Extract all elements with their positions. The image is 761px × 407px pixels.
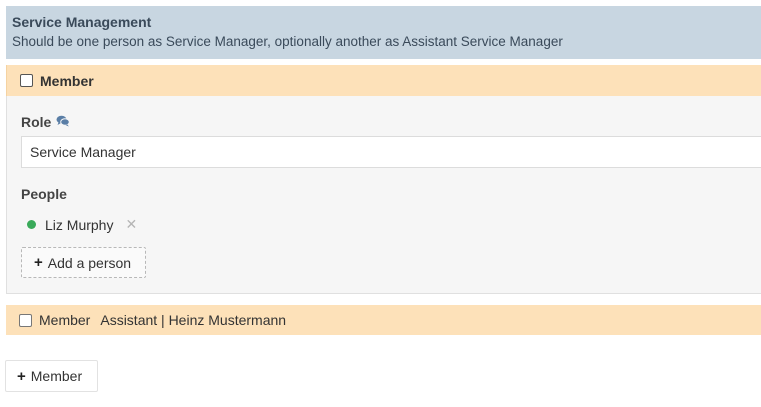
member-header-expanded[interactable]: Member <box>6 65 761 96</box>
role-label: Role <box>21 114 52 130</box>
section-subtitle: Should be one person as Service Manager,… <box>12 34 563 49</box>
section-header: Service Management Should be one person … <box>6 6 761 59</box>
role-input[interactable] <box>21 136 761 168</box>
role-field-label: Role <box>21 114 71 130</box>
member-header-collapsed[interactable]: Member Assistant | Heinz Mustermann <box>6 305 761 335</box>
add-member-label: Member <box>30 368 83 384</box>
add-person-label: Add a person <box>47 254 132 271</box>
add-person-button[interactable]: + Add a person <box>21 247 146 278</box>
comments-icon[interactable] <box>56 114 71 130</box>
remove-person-icon[interactable]: ✕ <box>125 216 137 233</box>
plus-icon: + <box>34 254 43 271</box>
member-label: Member <box>39 312 91 328</box>
member-summary: Assistant | Heinz Mustermann <box>100 312 287 328</box>
people-label: People <box>21 186 67 202</box>
person-name: Liz Murphy <box>45 216 114 233</box>
member-checkbox[interactable] <box>20 74 33 87</box>
member-checkbox[interactable] <box>19 313 32 327</box>
plus-icon: + <box>17 367 26 385</box>
add-member-button[interactable]: + Member <box>5 360 98 392</box>
member-details: Role People Liz Murphy ✕ + Add a person <box>6 96 761 294</box>
online-status-icon <box>27 220 36 229</box>
member-label: Member <box>40 72 94 89</box>
person-item: Liz Murphy ✕ <box>27 216 137 233</box>
section-title: Service Management <box>12 14 152 30</box>
